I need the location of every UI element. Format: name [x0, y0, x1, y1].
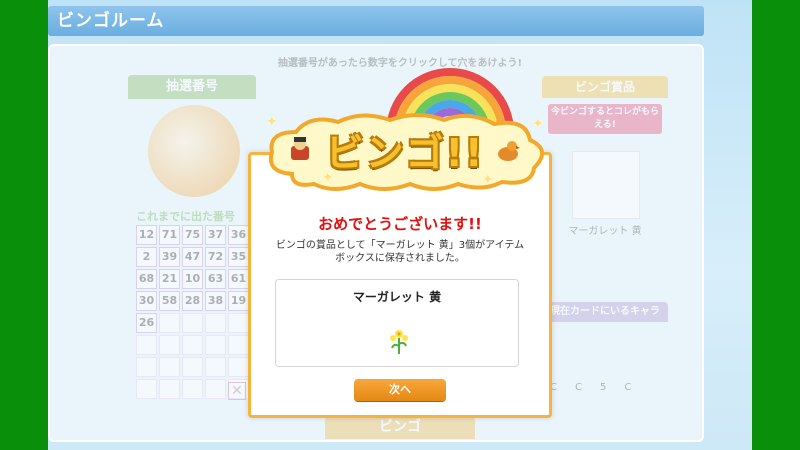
called-number-cell: [136, 357, 157, 377]
card-characters-section: 現在カードにいるキャラ CC5C: [542, 302, 668, 402]
called-number-cell: [159, 313, 180, 333]
character-count: C: [624, 382, 632, 393]
called-number-cell: [159, 357, 180, 377]
prize-header: ビンゴ賞品: [542, 76, 668, 98]
called-number-cell: 39: [159, 247, 180, 267]
close-mark-icon: ✕: [228, 382, 246, 400]
called-number-cell: 72: [205, 247, 226, 267]
character-counts: CC5C: [550, 382, 631, 393]
yellow-flower-icon: [390, 330, 408, 354]
called-number-cell: 10: [182, 269, 203, 289]
bear-character-icon: [291, 137, 309, 160]
reward-item-box: マーガレット 黄: [275, 279, 519, 367]
called-number-cell: 63: [205, 269, 226, 289]
called-number-cell: 61: [228, 269, 249, 289]
next-button[interactable]: 次へ: [354, 379, 446, 401]
called-number-cell: 35: [228, 247, 249, 267]
called-number-cell: 19: [228, 291, 249, 311]
drawn-number-header: 抽選番号: [128, 75, 256, 99]
congrats-text: おめでとうございます!!: [318, 215, 482, 233]
called-number-cell: [159, 379, 180, 399]
bingo-banner: ビンゴ!! ✦ ✦ ✦ ✦: [262, 112, 548, 192]
called-number-cell: 75: [182, 225, 203, 245]
called-number-cell: [182, 313, 203, 333]
called-number-cell: 36: [228, 225, 249, 245]
called-numbers-label: これまでに出た番号: [136, 210, 235, 223]
called-number-cell: 58: [159, 291, 180, 311]
called-number-cell: [182, 335, 203, 355]
character-count: C: [574, 382, 582, 393]
window-title: ビンゴルーム: [48, 6, 704, 36]
called-number-cell: 30: [136, 291, 157, 311]
called-number-cell: [228, 313, 249, 333]
called-number-cell: 47: [182, 247, 203, 267]
character-count: 5: [599, 382, 607, 393]
called-number-cell: 68: [136, 269, 157, 289]
prize-ribbon: 今ビンゴするとコレがもらえる!: [548, 104, 662, 134]
reward-item-name: マーガレット 黄: [352, 290, 442, 304]
called-number-cell: [205, 379, 226, 399]
prize-card: [572, 151, 640, 219]
called-number-cell: 2: [136, 247, 157, 267]
called-number-cell: 21: [159, 269, 180, 289]
drawn-number-section: 抽選番号 これまでに出た番号 12 71 75 37 36 2 39 47 72 35 68 21 10…: [128, 75, 256, 399]
called-number-cell: [159, 335, 180, 355]
called-number-cell: [228, 335, 249, 355]
called-number-cell: [136, 335, 157, 355]
bird-character-icon: [498, 141, 520, 161]
called-number-cell: [205, 313, 226, 333]
called-number-cell: 26: [136, 313, 157, 333]
prize-section: ビンゴ賞品 今ビンゴするとコレがもらえる! マーガレット 黄: [542, 76, 668, 264]
called-number-cell: 38: [205, 291, 226, 311]
called-number-cell: 12: [136, 225, 157, 245]
called-number-cell: [182, 357, 203, 377]
called-number-cell: 37: [205, 225, 226, 245]
card-characters-header: 現在カードにいるキャラ: [542, 302, 668, 322]
prize-name: マーガレット 黄: [568, 226, 642, 237]
sparkle-icon: ✦: [482, 172, 494, 188]
called-numbers-grid: 12 71 75 37 36 2 39 47 72 35 68 21 10 63 61 30 58 28 38 19 2…: [136, 225, 249, 399]
reward-message: ビンゴの賞品として「マーガレット 黄」3個がアイテムボックスに保存されました。: [275, 240, 525, 264]
sparkle-icon: ✦: [532, 116, 544, 132]
called-number-cell: 71: [159, 225, 180, 245]
sparkle-icon: ✦: [322, 170, 334, 186]
bingo-ball: [148, 105, 240, 197]
called-number-cell: [205, 335, 226, 355]
called-number-cell: [205, 357, 226, 377]
called-number-cell: 28: [182, 291, 203, 311]
bingo-tab: ビンゴ: [325, 415, 475, 439]
called-number-cell: [228, 357, 249, 377]
called-number-cell: [182, 379, 203, 399]
sparkle-icon: ✦: [266, 114, 278, 130]
called-number-cell: [136, 379, 157, 399]
